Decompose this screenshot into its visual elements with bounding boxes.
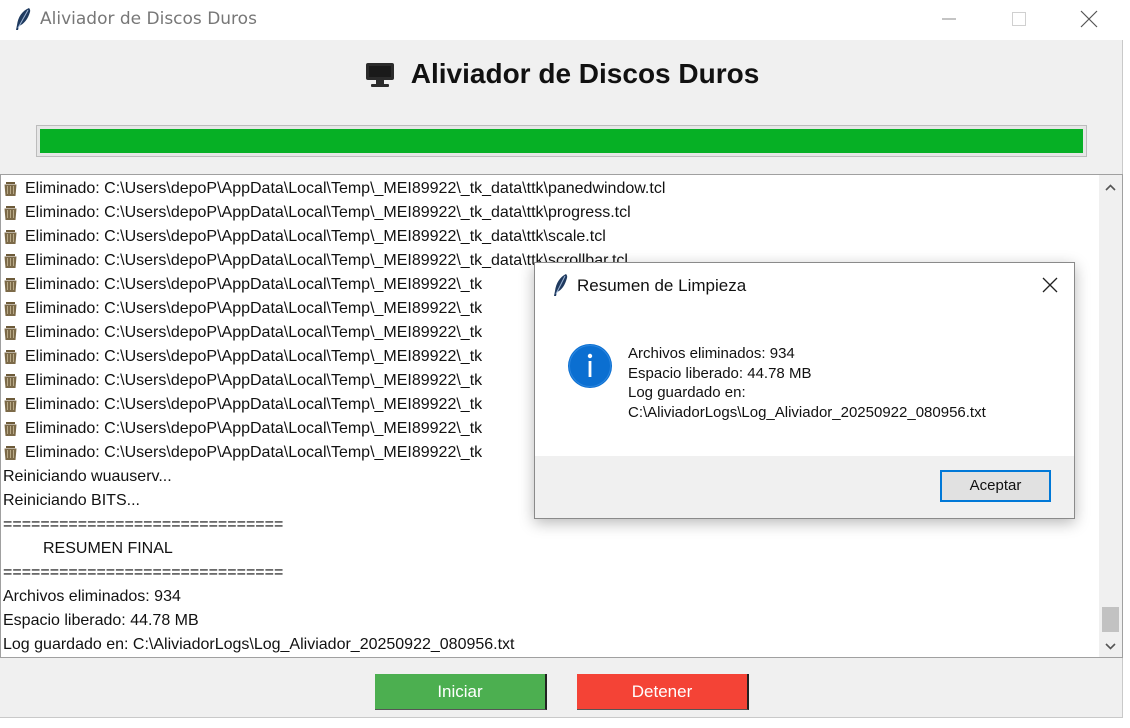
log-line-text: Eliminado: C:\Users\depoP\AppData\Local\… <box>25 444 483 461</box>
trash-icon <box>4 302 17 316</box>
dialog-close-icon[interactable] <box>1035 273 1065 299</box>
log-line-text: Log guardado en: C:\AliviadorLogs\Log_Al… <box>3 636 515 653</box>
log-line: Eliminado: C:\Users\depoP\AppData\Local\… <box>3 201 1097 225</box>
trash-icon <box>4 206 17 220</box>
log-line-text: Eliminado: C:\Users\depoP\AppData\Local\… <box>25 204 631 221</box>
log-line-text: Reiniciando BITS... <box>3 492 140 509</box>
log-line-text: Espacio liberado: 44.78 MB <box>3 612 199 629</box>
trash-icon <box>4 398 17 412</box>
minimize-icon <box>942 18 956 20</box>
close-button[interactable] <box>1066 0 1112 38</box>
maximize-icon <box>1012 12 1026 26</box>
log-line-text: ============================== <box>3 564 284 581</box>
chevron-down-icon <box>1105 643 1116 650</box>
window-title: Aliviador de Discos Duros <box>40 9 257 29</box>
maximize-button[interactable] <box>996 0 1042 38</box>
log-line-text: Eliminado: C:\Users\depoP\AppData\Local\… <box>25 420 483 437</box>
trash-icon <box>4 182 17 196</box>
monitor-icon <box>365 63 394 87</box>
log-line-text: Eliminado: C:\Users\depoP\AppData\Local\… <box>25 180 666 197</box>
log-line-text: Eliminado: C:\Users\depoP\AppData\Local\… <box>25 372 483 389</box>
trash-icon <box>4 374 17 388</box>
page-title: Aliviador de Discos Duros <box>410 58 760 89</box>
log-line-text: Archivos eliminados: 934 <box>3 588 181 605</box>
log-line: Eliminado: C:\Users\depoP\AppData\Local\… <box>3 225 1097 249</box>
log-line-text: ============================== <box>3 516 284 533</box>
log-line: Log guardado en: C:\AliviadorLogs\Log_Al… <box>3 633 1097 655</box>
close-icon <box>1080 10 1098 28</box>
dialog-title: Resumen de Limpieza <box>577 276 747 295</box>
dialog-footer: Aceptar <box>535 456 1074 518</box>
dialog-message: Archivos eliminados: 934 Espacio liberad… <box>628 344 986 422</box>
log-line-text: Eliminado: C:\Users\depoP\AppData\Local\… <box>25 324 483 341</box>
log-line: Archivos eliminados: 934 <box>3 585 1097 609</box>
log-line-text: Eliminado: C:\Users\depoP\AppData\Local\… <box>25 396 483 413</box>
log-line-text: Eliminado: C:\Users\depoP\AppData\Local\… <box>25 348 483 365</box>
log-line-text: Reiniciando wuauserv... <box>3 468 172 485</box>
log-line-text: Eliminado: C:\Users\depoP\AppData\Local\… <box>25 276 483 293</box>
log-line: Eliminado: C:\Users\depoP\AppData\Local\… <box>3 177 1097 201</box>
chevron-up-icon <box>1105 184 1116 191</box>
log-line: ============================== <box>3 561 1097 585</box>
stop-button[interactable]: Detener <box>577 674 749 710</box>
log-scrollbar[interactable] <box>1099 175 1122 657</box>
trash-icon <box>4 326 17 340</box>
log-line-text: Eliminado: C:\Users\depoP\AppData\Local\… <box>25 228 606 245</box>
progress-fill <box>40 129 1083 153</box>
progress-bar <box>36 125 1087 157</box>
dialog-line-files: Archivos eliminados: 934 <box>628 345 795 362</box>
app-header: Aliviador de Discos Duros <box>0 58 1123 102</box>
log-line: RESUMEN FINAL <box>3 537 1097 561</box>
log-line-text: Eliminado: C:\Users\depoP\AppData\Local\… <box>25 300 483 317</box>
title-bar[interactable]: Aliviador de Discos Duros <box>0 0 1123 40</box>
dialog-line-log-label: Log guardado en: <box>628 384 746 401</box>
scroll-down-button[interactable] <box>1099 635 1122 657</box>
scroll-up-button[interactable] <box>1099 177 1122 199</box>
trash-icon <box>4 422 17 436</box>
start-button[interactable]: Iniciar <box>375 674 547 710</box>
dialog-line-space: Espacio liberado: 44.78 MB <box>628 364 812 382</box>
feather-icon <box>16 8 31 30</box>
log-line: Espacio liberado: 44.78 MB <box>3 609 1097 633</box>
feather-icon <box>554 274 568 296</box>
summary-dialog: Resumen de Limpieza Archivos eliminados:… <box>534 262 1075 519</box>
trash-icon <box>4 230 17 244</box>
info-icon <box>568 344 612 388</box>
dialog-line-log-path: C:\AliviadorLogs\Log_Aliviador_20250922_… <box>628 403 986 421</box>
minimize-button[interactable] <box>926 0 972 38</box>
accept-button[interactable]: Aceptar <box>940 470 1051 502</box>
log-line-text: RESUMEN FINAL <box>43 540 173 557</box>
trash-icon <box>4 446 17 460</box>
trash-icon <box>4 254 17 268</box>
trash-icon <box>4 350 17 364</box>
trash-icon <box>4 278 17 292</box>
scroll-thumb[interactable] <box>1102 607 1119 632</box>
